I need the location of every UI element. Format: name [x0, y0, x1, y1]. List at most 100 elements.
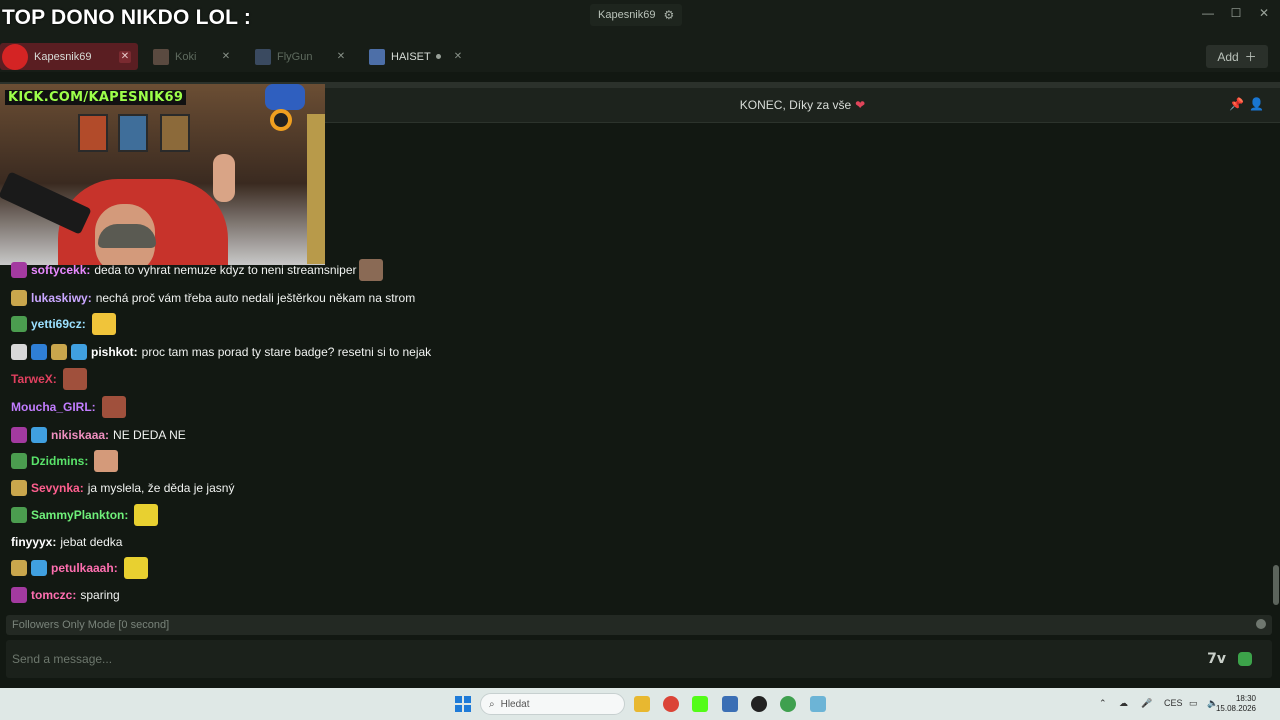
language-indicator[interactable]: CES: [1164, 698, 1183, 708]
emote-icon[interactable]: [101, 396, 126, 418]
chat-username[interactable]: Sevynka:: [31, 481, 84, 495]
tab-kapesnik69[interactable]: Kapesnik69 ✕: [0, 43, 138, 70]
chat-input[interactable]: [12, 649, 1192, 669]
maximize-button[interactable]: ☐: [1221, 6, 1251, 20]
badge-icon[interactable]: [51, 344, 67, 360]
badge-icon[interactable]: [71, 344, 87, 360]
badge-icon[interactable]: [11, 316, 27, 332]
badge-icon[interactable]: [11, 290, 27, 306]
badge-icon[interactable]: [11, 262, 27, 278]
emote-picker-icon[interactable]: [1238, 652, 1252, 666]
chat-message: lukaskiwy: nechá proč vám třeba auto neda…: [11, 286, 415, 310]
badge-icon[interactable]: [11, 453, 27, 469]
streamer-cap: [98, 224, 156, 248]
search-icon: ⌕: [489, 698, 495, 710]
close-tab-icon[interactable]: ✕: [220, 51, 232, 63]
chat-text: proc tam mas porad ty stare badge? reset…: [141, 345, 432, 359]
network-app-icon[interactable]: ☁: [1119, 698, 1128, 709]
tray-overflow-icon[interactable]: ⌃: [1099, 698, 1107, 709]
tab-label: Kapesnik69: [34, 50, 92, 63]
taskbar-search[interactable]: ⌕ Hledat: [480, 693, 625, 715]
info-icon[interactable]: [1256, 619, 1266, 629]
badge-icon[interactable]: [11, 560, 27, 576]
chat-username[interactable]: finyyyx:: [11, 535, 56, 549]
taskbar-clock[interactable]: 18:30 15.08.2026: [1216, 694, 1256, 714]
badge-icon[interactable]: [31, 344, 47, 360]
chat-message: nikiskaaa: NE DEDA NE: [11, 423, 186, 447]
tab-koki[interactable]: Koki ✕: [145, 43, 237, 70]
os-taskbar: ⌕ Hledat ⌃ ☁ 🎤 CES ▭ 🔈 18:30 15.08.2026: [0, 688, 1280, 720]
chat-username[interactable]: yetti69cz:: [31, 317, 86, 331]
account-switcher[interactable]: Kapesnik69 ⚙: [590, 4, 683, 26]
7tv-emote-icon[interactable]: 7v: [1207, 651, 1226, 667]
chat-scrollbar[interactable]: [1273, 565, 1279, 605]
title-bar: TOP DONO NIKDO LOL : Kapesnik69 ⚙ — ☐ ✕: [0, 0, 1280, 40]
wheel-decor: [270, 109, 292, 131]
chat-username[interactable]: Dzidmins:: [31, 454, 88, 468]
chat-username[interactable]: nikiskaaa:: [51, 428, 109, 442]
badge-icon[interactable]: [11, 344, 27, 360]
add-tab-button[interactable]: Add ＋: [1206, 45, 1268, 68]
badge-icon[interactable]: [11, 507, 27, 523]
badge-icon[interactable]: [31, 427, 47, 443]
chat-message: finyyyx: jebat dedka: [11, 530, 122, 554]
clock-date: 15.08.2026: [1215, 704, 1256, 713]
windows-start-icon[interactable]: [455, 696, 471, 712]
heart-icon: ❤: [855, 98, 866, 112]
obs-icon[interactable]: [751, 696, 767, 712]
chat-message: yetti69cz:: [11, 312, 116, 336]
chrome-icon[interactable]: [663, 696, 679, 712]
pin-icon[interactable]: 📌: [1229, 97, 1244, 111]
emote-icon[interactable]: [134, 504, 159, 526]
notice-text: KONEC, Díky za vše: [739, 98, 852, 112]
wall-poster: [160, 114, 190, 152]
close-window-button[interactable]: ✕: [1249, 6, 1279, 20]
chat-username[interactable]: pishkot:: [91, 345, 138, 359]
chat-message: TarweX:: [11, 367, 87, 391]
users-icon[interactable]: 👤: [1249, 97, 1264, 111]
pinned-notice: KONEC, Díky za vše ❤: [325, 98, 1280, 112]
account-name: Kapesnik69: [598, 9, 656, 21]
monitor-icon[interactable]: ▭: [1189, 698, 1198, 709]
stream-preview[interactable]: KICK.COM/KAPESNIK69: [0, 84, 325, 265]
emote-icon[interactable]: [91, 313, 116, 335]
file-explorer-icon[interactable]: [634, 696, 650, 712]
emote-icon[interactable]: [358, 259, 383, 281]
chat-message: Moucha_GIRL:: [11, 395, 126, 419]
close-tab-icon[interactable]: ✕: [452, 51, 464, 63]
streamer-hand: [213, 154, 235, 202]
chat-username[interactable]: Moucha_GIRL:: [11, 400, 96, 414]
chat-message: Dzidmins:: [11, 449, 119, 473]
badge-icon[interactable]: [11, 427, 27, 443]
chrome-profile-icon[interactable]: [780, 696, 796, 712]
minimize-button[interactable]: —: [1193, 6, 1223, 20]
app-icon[interactable]: [810, 696, 826, 712]
close-tab-icon[interactable]: ✕: [119, 51, 131, 63]
tab-haiset[interactable]: HAISET ✕: [361, 43, 471, 70]
badge-icon[interactable]: [11, 480, 27, 496]
followers-only-notice: Followers Only Mode [0 second]: [12, 619, 170, 631]
chat-mode-bar: Followers Only Mode [0 second]: [6, 615, 1272, 635]
microphone-icon[interactable]: 🎤: [1141, 698, 1152, 709]
chat-username[interactable]: tomczc:: [31, 588, 76, 602]
chat-text: jebat dedka: [60, 535, 123, 549]
channel-avatar: [153, 48, 169, 65]
chat-username[interactable]: lukaskiwy:: [31, 291, 92, 305]
kick-app-icon[interactable]: [692, 696, 708, 712]
badge-icon[interactable]: [11, 587, 27, 603]
chat-text: ja myslela, že děda je jasný: [87, 481, 235, 495]
chat-username[interactable]: petulkaaah:: [51, 561, 118, 575]
emote-icon[interactable]: [62, 368, 87, 390]
chat-message: softycekk: deda to vyhrat nemuze kdyz to …: [11, 258, 383, 282]
gear-icon[interactable]: ⚙: [664, 8, 675, 22]
emote-icon[interactable]: [94, 450, 119, 472]
chat-username[interactable]: SammyPlankton:: [31, 508, 128, 522]
badge-icon[interactable]: [31, 560, 47, 576]
close-tab-icon[interactable]: ✕: [335, 51, 347, 63]
tab-flygun[interactable]: FlyGun ✕: [247, 43, 353, 70]
search-placeholder: Hledat: [500, 698, 530, 710]
chat-username[interactable]: TarweX:: [11, 372, 57, 386]
chat-username[interactable]: softycekk:: [31, 263, 90, 277]
notes-icon[interactable]: [722, 696, 738, 712]
emote-icon[interactable]: [123, 557, 148, 579]
